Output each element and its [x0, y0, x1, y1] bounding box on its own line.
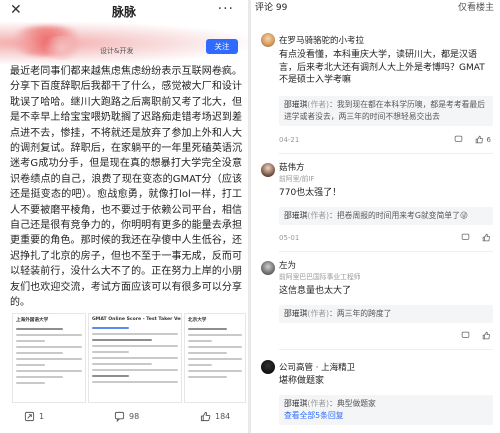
author-badge: 作者: [310, 309, 327, 318]
comment-icon[interactable]: [454, 135, 463, 144]
author-role: 设计&开发: [100, 47, 134, 55]
share-icon: [24, 411, 35, 422]
more-icon[interactable]: ···: [218, 1, 234, 17]
like-count: 184: [215, 412, 231, 421]
like-count: 6: [486, 135, 491, 144]
comment-date: 04-21: [279, 136, 300, 144]
attachment-thumbnail[interactable]: 上海外国语大学: [12, 313, 86, 403]
reply-box[interactable]: 邵璀琪(作者)：把卷周报的时间用来考G就变简单了😜: [279, 207, 493, 225]
comment-text: 堪称做题家: [279, 376, 325, 386]
action-bar: 1 98 184: [0, 403, 248, 431]
share-button[interactable]: 1: [24, 411, 44, 422]
comments-header: 评论 99: [255, 3, 288, 13]
reply-author: 邵璀琪: [284, 100, 308, 109]
top-bar: ✕ 脉脉 ···: [0, 0, 248, 22]
reply-box[interactable]: 邵璀琪(作者)：两三年的跨度了: [279, 305, 493, 323]
like-icon[interactable]: [482, 233, 491, 242]
comment-item: 在罗马骑骆驼的小考拉 有点没看懂，本科重庆大学，读研川大，都是汉语言，后来考北大…: [251, 30, 500, 156]
follow-button[interactable]: 关注: [206, 39, 238, 54]
comment-author[interactable]: 公司高管 · 上海精卫: [279, 361, 355, 373]
view-all-replies-link[interactable]: 查看全部5条回复: [284, 410, 488, 422]
comment-meta: 05-01: [279, 233, 493, 242]
author-only-filter[interactable]: 仅看楼主: [458, 0, 494, 13]
avatar[interactable]: [261, 33, 275, 47]
thumbnail-title: 上海外国语大学: [16, 318, 49, 323]
like-icon[interactable]: [482, 331, 491, 340]
author-title: 前阿里/前IF: [279, 175, 315, 183]
comment-author[interactable]: 在罗马骑骆驼的小考拉: [279, 34, 364, 46]
avatar[interactable]: [261, 360, 275, 374]
like-button[interactable]: 184: [200, 411, 230, 422]
comment-meta: 04-21 6: [279, 135, 493, 145]
comments-panel: 评论 99 仅看楼主 在罗马骑骆驼的小考拉 有点没看懂，本科重庆大学，读研川大，…: [251, 0, 500, 433]
comment-count: 98: [129, 412, 140, 421]
author-badge: 作者: [310, 399, 327, 408]
reply-box[interactable]: 邵璀琪(作者)：典型做题家 查看全部5条回复: [279, 395, 493, 425]
reply-text: ：两三年的跨度了: [329, 309, 392, 318]
author-badge: 作者: [310, 211, 327, 220]
comment-text: 770也太强了！: [279, 188, 342, 198]
post-body: 最近老同事们都来越焦虑焦虑纷纷表示互联网卷疯。分享下百度辞职后我都干了什么，感觉…: [10, 66, 242, 309]
comment-text: 有点没看懂，本科重庆大学，读研川大，都是汉语言，后来考北大还有调剂人大上外是考博…: [279, 50, 485, 86]
thumbnail-title: GMAT Online Score - Test Taker Version: [92, 317, 182, 322]
attachment-thumbnail[interactable]: GMAT Online Score - Test Taker Version: [88, 313, 182, 403]
reply-author: 邵璀琪: [284, 309, 308, 318]
avatar[interactable]: [261, 261, 275, 275]
reply-author: 邵璀琪: [284, 211, 308, 220]
reply-text: ：把卷周报的时间用来考G就变简单了😜: [329, 211, 468, 220]
comment-icon[interactable]: [461, 233, 470, 242]
comment-text: 这信息量也太大了: [279, 286, 352, 296]
comment-icon: [114, 411, 125, 422]
share-count: 1: [39, 412, 45, 421]
blurred-name: [40, 36, 84, 60]
page-title: 脉脉: [111, 5, 136, 19]
attachment-thumbnail[interactable]: 北京大学: [184, 313, 246, 403]
reply-box[interactable]: 邵璀琪(作者)：我到现在都在本科学历噢，都是考考看最后进学或者没去，两三年的时间…: [279, 96, 493, 126]
comment-author[interactable]: 左为: [279, 259, 296, 271]
author-title: 前阿里巴巴国际事业工程师: [279, 273, 361, 281]
comment-item: 公司高管 · 上海精卫 堪称做题家 邵璀琪(作者)：典型做题家 查看全部5条回复: [251, 357, 500, 433]
comment-item: 菇伟方 前阿里/前IF 770也太强了！ 邵璀琪(作者)：把卷周报的时间用来考G…: [251, 160, 500, 254]
reply-author: 邵璀琪: [284, 399, 308, 408]
comment-author[interactable]: 菇伟方: [279, 161, 305, 173]
post-panel: ✕ 脉脉 ··· 设计&开发 关注 最近老同事们都来越焦虑焦虑纷纷表示互联网卷疯…: [0, 0, 248, 433]
author-badge: 作者: [310, 100, 327, 109]
thumbnail-title: 北京大学: [188, 318, 207, 323]
like-icon[interactable]: [475, 135, 484, 144]
avatar[interactable]: [261, 163, 275, 177]
comment-date: 05-01: [279, 234, 300, 242]
comment-item: 左为 前阿里巴巴国际事业工程师 这信息量也太大了 邵璀琪(作者)：两三年的跨度了: [251, 258, 500, 352]
reply-text: ：典型做题家: [329, 399, 376, 408]
like-icon: [200, 411, 211, 422]
comment-icon[interactable]: [461, 331, 470, 340]
comment-button[interactable]: 98: [114, 411, 139, 422]
